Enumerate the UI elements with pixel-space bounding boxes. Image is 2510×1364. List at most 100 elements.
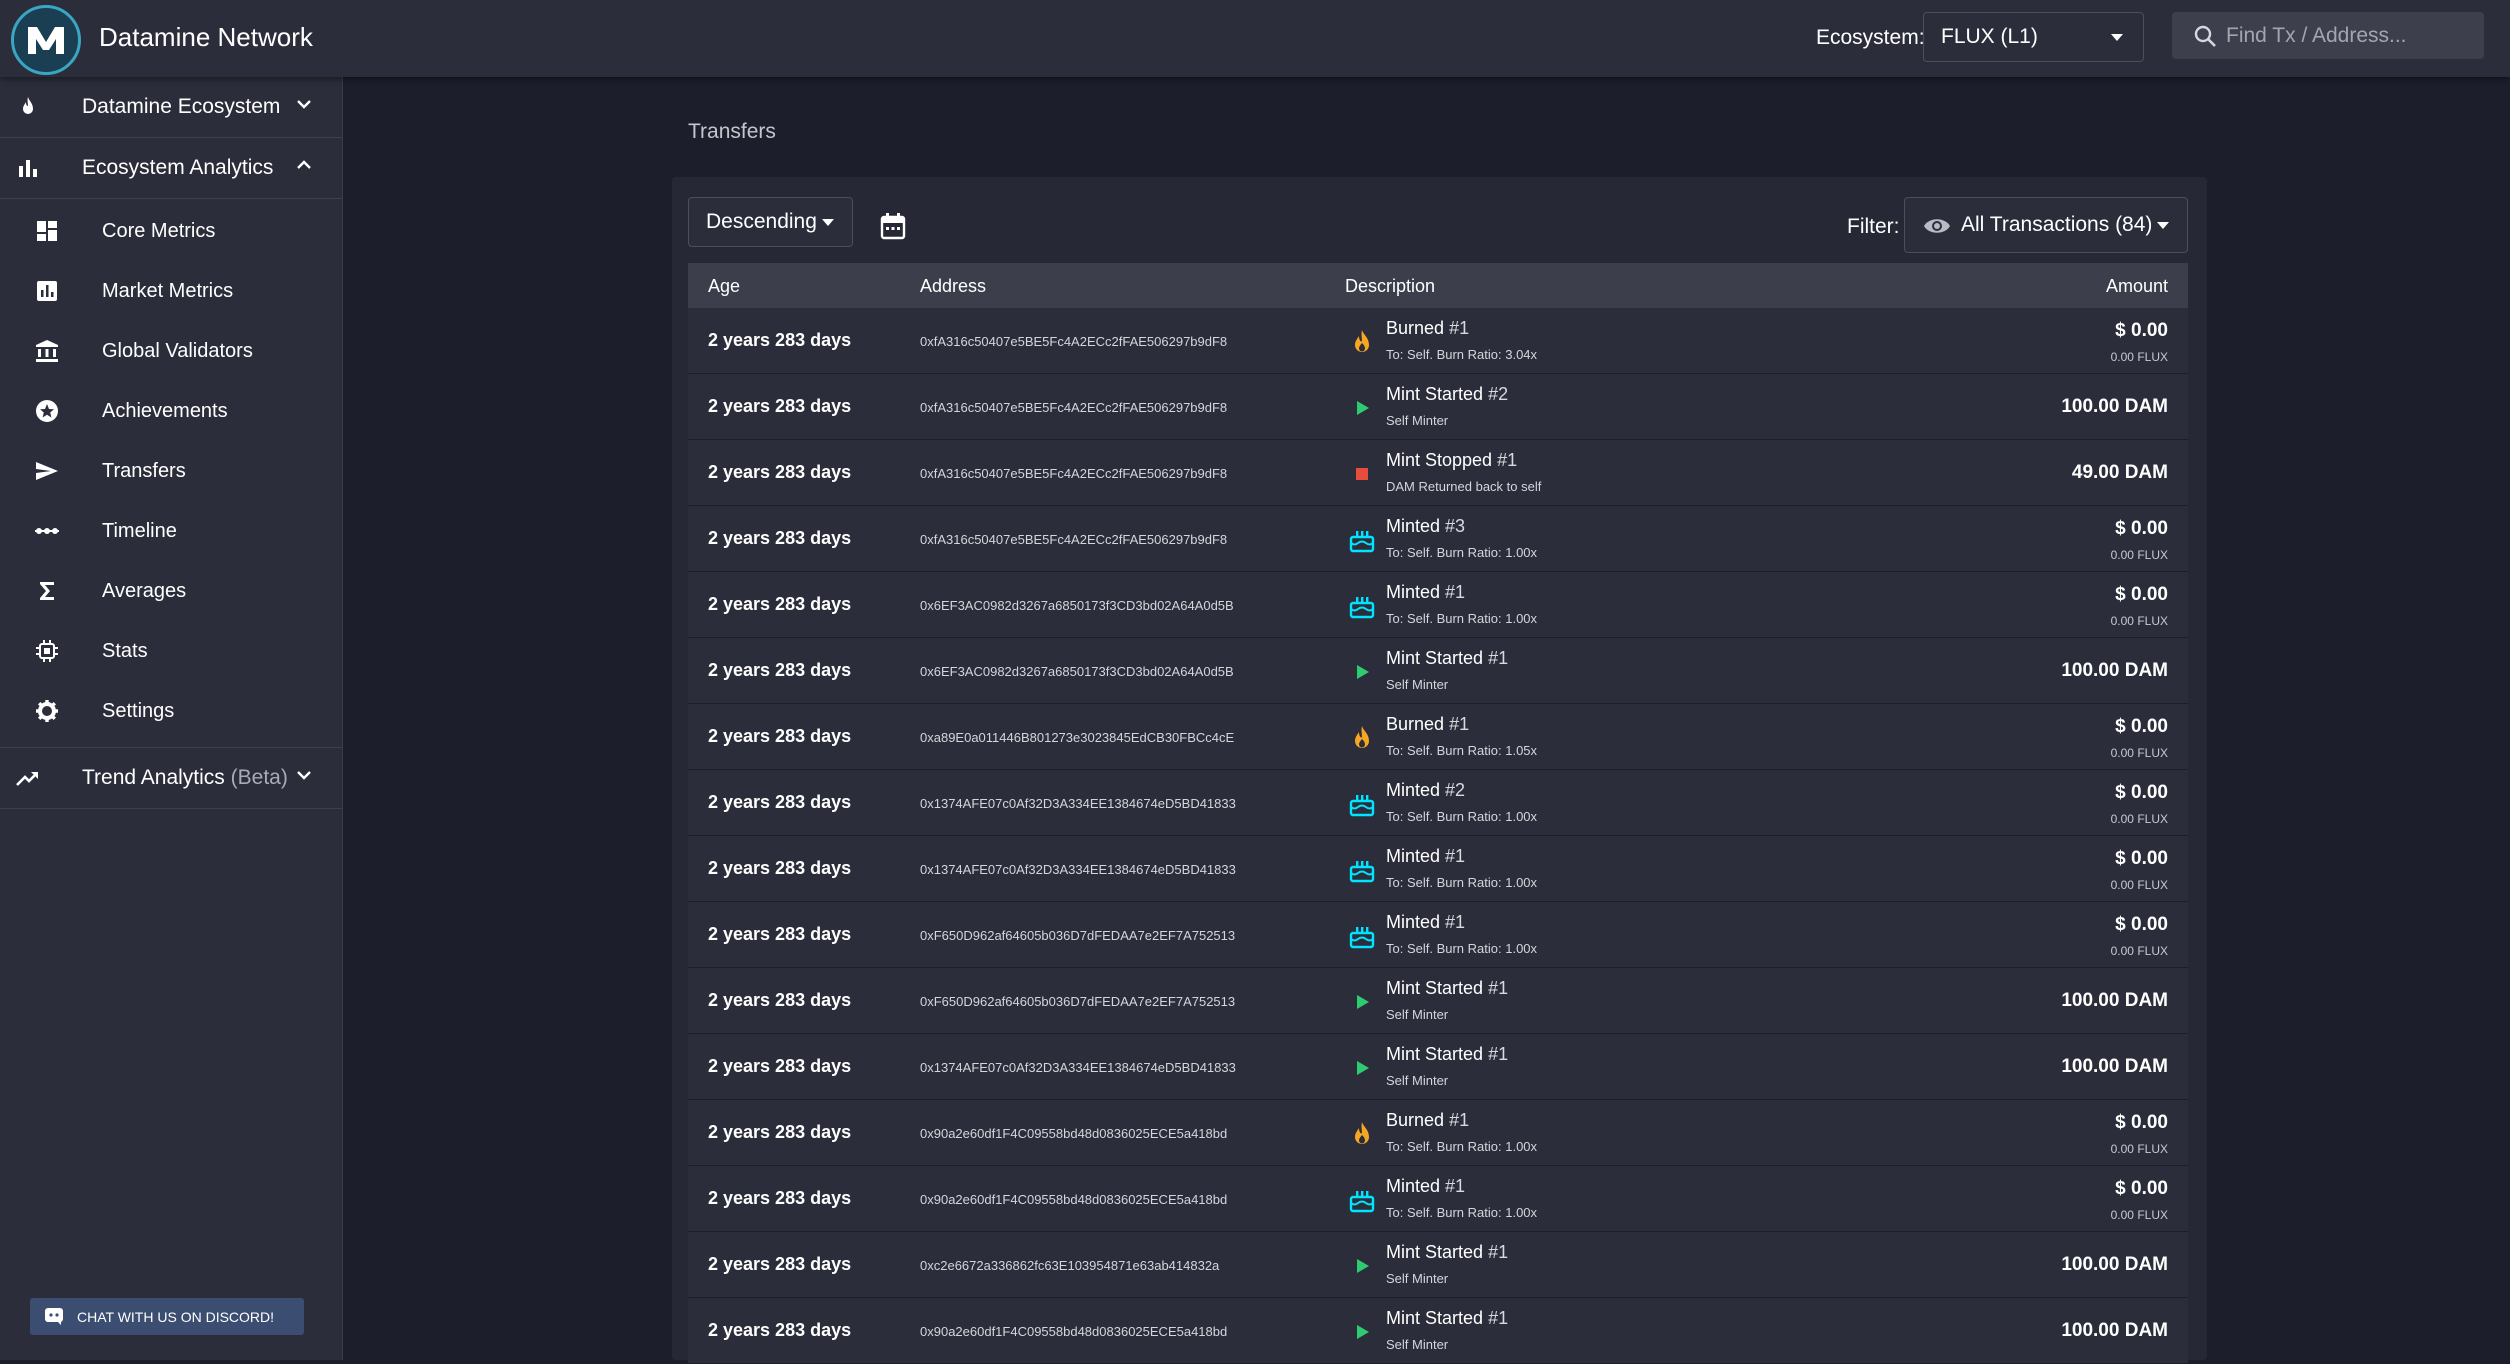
- discord-button-label: CHAT WITH US ON DISCORD!: [77, 1308, 275, 1325]
- table-row[interactable]: 2 years 283 days 0x90a2e60df1F4C09558bd48…: [688, 1100, 2188, 1166]
- sidebar-item-achievements[interactable]: Achievements: [0, 381, 342, 441]
- table-header: Age Address Description Amount: [688, 263, 2188, 308]
- table-row[interactable]: 2 years 283 days 0x90a2e60df1F4C09558bd48…: [688, 1166, 2188, 1232]
- chevron-down-icon: [297, 100, 311, 109]
- table-row[interactable]: 2 years 283 days 0xc2e6672a336862fc63E103…: [688, 1232, 2188, 1298]
- sidebar-item-core-metrics[interactable]: Core Metrics: [0, 201, 342, 261]
- row-description-sub: DAM Returned back to self: [1386, 479, 1542, 494]
- row-address-link[interactable]: 0x90a2e60df1F4C09558bd48d0836025ECE5a418…: [920, 1192, 1227, 1207]
- row-title-text: Minted: [1386, 912, 1441, 932]
- column-header-age[interactable]: Age: [708, 276, 740, 297]
- sidebar-item-timeline[interactable]: Timeline: [0, 501, 342, 561]
- table-row[interactable]: 2 years 283 days 0xfA316c50407e5BE5Fc4A2E…: [688, 308, 2188, 374]
- table-row[interactable]: 2 years 283 days 0x90a2e60df1F4C09558bd48…: [688, 1298, 2188, 1364]
- table-row[interactable]: 2 years 283 days 0x6EF3AC0982d3267a685017…: [688, 638, 2188, 704]
- table-row[interactable]: 2 years 283 days 0xfA316c50407e5BE5Fc4A2E…: [688, 374, 2188, 440]
- row-description-sub: Self Minter: [1386, 1007, 1449, 1022]
- datamine-logo-icon[interactable]: [11, 5, 81, 75]
- app-title[interactable]: Datamine Network: [99, 22, 313, 53]
- sidebar-item-label: Averages: [102, 579, 187, 602]
- sidebar: Datamine Ecosystem Ecosystem Analytics C…: [0, 77, 343, 1360]
- sidebar-item-averages[interactable]: Averages: [0, 561, 342, 621]
- row-address-link[interactable]: 0x1374AFE07c0Af32D3A334EE1384674eD5BD418…: [920, 796, 1236, 811]
- row-amount: 49.00 DAM: [2071, 462, 2168, 483]
- row-description-title: Burned #1: [1386, 318, 1469, 339]
- sidebar-group-datamine-ecosystem[interactable]: Datamine Ecosystem: [0, 77, 342, 138]
- sort-order-select[interactable]: Descending: [688, 197, 853, 247]
- sidebar-item-stats[interactable]: Stats: [0, 621, 342, 681]
- row-title-number: #1: [1488, 978, 1509, 998]
- play-icon: [1357, 995, 1369, 1009]
- row-address-link[interactable]: 0xF650D962af64605b036D7dFEDAA7e2EF7A7525…: [920, 928, 1235, 943]
- table-row[interactable]: 2 years 283 days 0xa89E0a011446B801273e30…: [688, 704, 2188, 770]
- row-address-link[interactable]: 0x6EF3AC0982d3267a6850173f3CD3bd02A64A0d…: [920, 598, 1234, 613]
- row-address-link[interactable]: 0x6EF3AC0982d3267a6850173f3CD3bd02A64A0d…: [920, 664, 1234, 679]
- row-address-link[interactable]: 0xfA316c50407e5BE5Fc4A2ECc2fFAE506297b9d…: [920, 466, 1227, 481]
- search-input[interactable]: [2226, 23, 2466, 48]
- row-address-link[interactable]: 0xfA316c50407e5BE5Fc4A2ECc2fFAE506297b9d…: [920, 334, 1227, 349]
- table-row[interactable]: 2 years 283 days 0xF650D962af64605b036D7d…: [688, 902, 2188, 968]
- sidebar-group-ecosystem-analytics[interactable]: Ecosystem Analytics: [0, 138, 342, 199]
- table-row[interactable]: 2 years 283 days 0xfA316c50407e5BE5Fc4A2E…: [688, 506, 2188, 572]
- table-row[interactable]: 2 years 283 days 0x6EF3AC0982d3267a685017…: [688, 572, 2188, 638]
- sidebar-group-label: Ecosystem Analytics: [82, 156, 274, 179]
- row-description-title: Minted #1: [1386, 846, 1465, 867]
- row-description-sub: Self Minter: [1386, 413, 1449, 428]
- table-row[interactable]: 2 years 283 days 0x1374AFE07c0Af32D3A334E…: [688, 1034, 2188, 1100]
- row-description-sub: To: Self. Burn Ratio: 1.05x: [1386, 743, 1538, 758]
- row-age: 2 years 283 days: [708, 1320, 852, 1340]
- row-amount: $ 0.00: [2115, 848, 2168, 869]
- sidebar-item-settings[interactable]: Settings: [0, 681, 342, 741]
- row-address-link[interactable]: 0x1374AFE07c0Af32D3A334EE1384674eD5BD418…: [920, 1060, 1236, 1075]
- sidebar-item-transfers[interactable]: Transfers: [0, 441, 342, 501]
- discord-icon: [45, 1308, 63, 1325]
- row-address-link[interactable]: 0xfA316c50407e5BE5Fc4A2ECc2fFAE506297b9d…: [920, 400, 1227, 415]
- row-address-link[interactable]: 0xF650D962af64605b036D7dFEDAA7e2EF7A7525…: [920, 994, 1235, 1009]
- row-description-title: Minted #3: [1386, 516, 1465, 537]
- column-header-description[interactable]: Description: [1345, 276, 1435, 297]
- sidebar-item-label: Stats: [102, 639, 148, 662]
- row-description-sub: To: Self. Burn Ratio: 1.00x: [1386, 611, 1538, 626]
- row-description-title: Mint Started #1: [1386, 648, 1508, 669]
- row-title-number: #1: [1449, 714, 1470, 734]
- sidebar-item-label: Transfers: [102, 459, 186, 482]
- row-address-link[interactable]: 0x1374AFE07c0Af32D3A334EE1384674eD5BD418…: [920, 862, 1236, 877]
- row-title-number: #1: [1445, 1176, 1466, 1196]
- beta-badge: (Beta): [230, 766, 288, 789]
- column-header-address[interactable]: Address: [920, 276, 986, 297]
- row-title-number: #1: [1488, 1044, 1509, 1064]
- row-amount-sub: 0.00 FLUX: [2110, 878, 2168, 892]
- sidebar-group-trend-analytics[interactable]: Trend Analytics (Beta): [0, 748, 342, 809]
- play-icon: [1357, 665, 1369, 679]
- search-box[interactable]: [2172, 12, 2484, 59]
- row-address-link[interactable]: 0x90a2e60df1F4C09558bd48d0836025ECE5a418…: [920, 1126, 1227, 1141]
- star-icon: [36, 400, 58, 422]
- discord-chat-button[interactable]: CHAT WITH US ON DISCORD!: [30, 1298, 304, 1335]
- row-address-link[interactable]: 0xc2e6672a336862fc63E103954871e63ab41483…: [920, 1258, 1219, 1273]
- table-row[interactable]: 2 years 283 days 0x1374AFE07c0Af32D3A334E…: [688, 770, 2188, 836]
- sidebar-item-label: Core Metrics: [102, 219, 216, 242]
- row-amount: $ 0.00: [2115, 518, 2168, 539]
- row-address-link[interactable]: 0xfA316c50407e5BE5Fc4A2ECc2fFAE506297b9d…: [920, 532, 1227, 547]
- row-address-link[interactable]: 0x90a2e60df1F4C09558bd48d0836025ECE5a418…: [920, 1324, 1227, 1339]
- row-description-sub: To: Self. Burn Ratio: 1.00x: [1386, 875, 1538, 890]
- cake-icon: [1349, 531, 1375, 553]
- row-address-link[interactable]: 0xa89E0a011446B801273e3023845EdCB30FBCc4…: [920, 730, 1234, 745]
- row-amount: 100.00 DAM: [2061, 990, 2168, 1011]
- row-title-text: Minted: [1386, 516, 1441, 536]
- sidebar-item-label: Global Validators: [102, 339, 253, 362]
- sidebar-item-global-validators[interactable]: Global Validators: [0, 321, 342, 381]
- filter-select[interactable]: All Transactions (84): [1904, 197, 2188, 253]
- table-row[interactable]: 2 years 283 days 0xfA316c50407e5BE5Fc4A2E…: [688, 440, 2188, 506]
- calendar-icon[interactable]: [880, 212, 906, 240]
- row-age: 2 years 283 days: [708, 660, 852, 680]
- sidebar-item-market-metrics[interactable]: Market Metrics: [0, 261, 342, 321]
- table-row[interactable]: 2 years 283 days 0xF650D962af64605b036D7d…: [688, 968, 2188, 1034]
- table-row[interactable]: 2 years 283 days 0x1374AFE07c0Af32D3A334E…: [688, 836, 2188, 902]
- row-title-number: #1: [1445, 582, 1466, 602]
- row-amount: $ 0.00: [2115, 782, 2168, 803]
- column-header-amount[interactable]: Amount: [2106, 276, 2168, 297]
- ecosystem-select[interactable]: FLUX (L1): [1923, 12, 2144, 62]
- cake-icon: [1349, 795, 1375, 817]
- row-title-number: #1: [1445, 846, 1466, 866]
